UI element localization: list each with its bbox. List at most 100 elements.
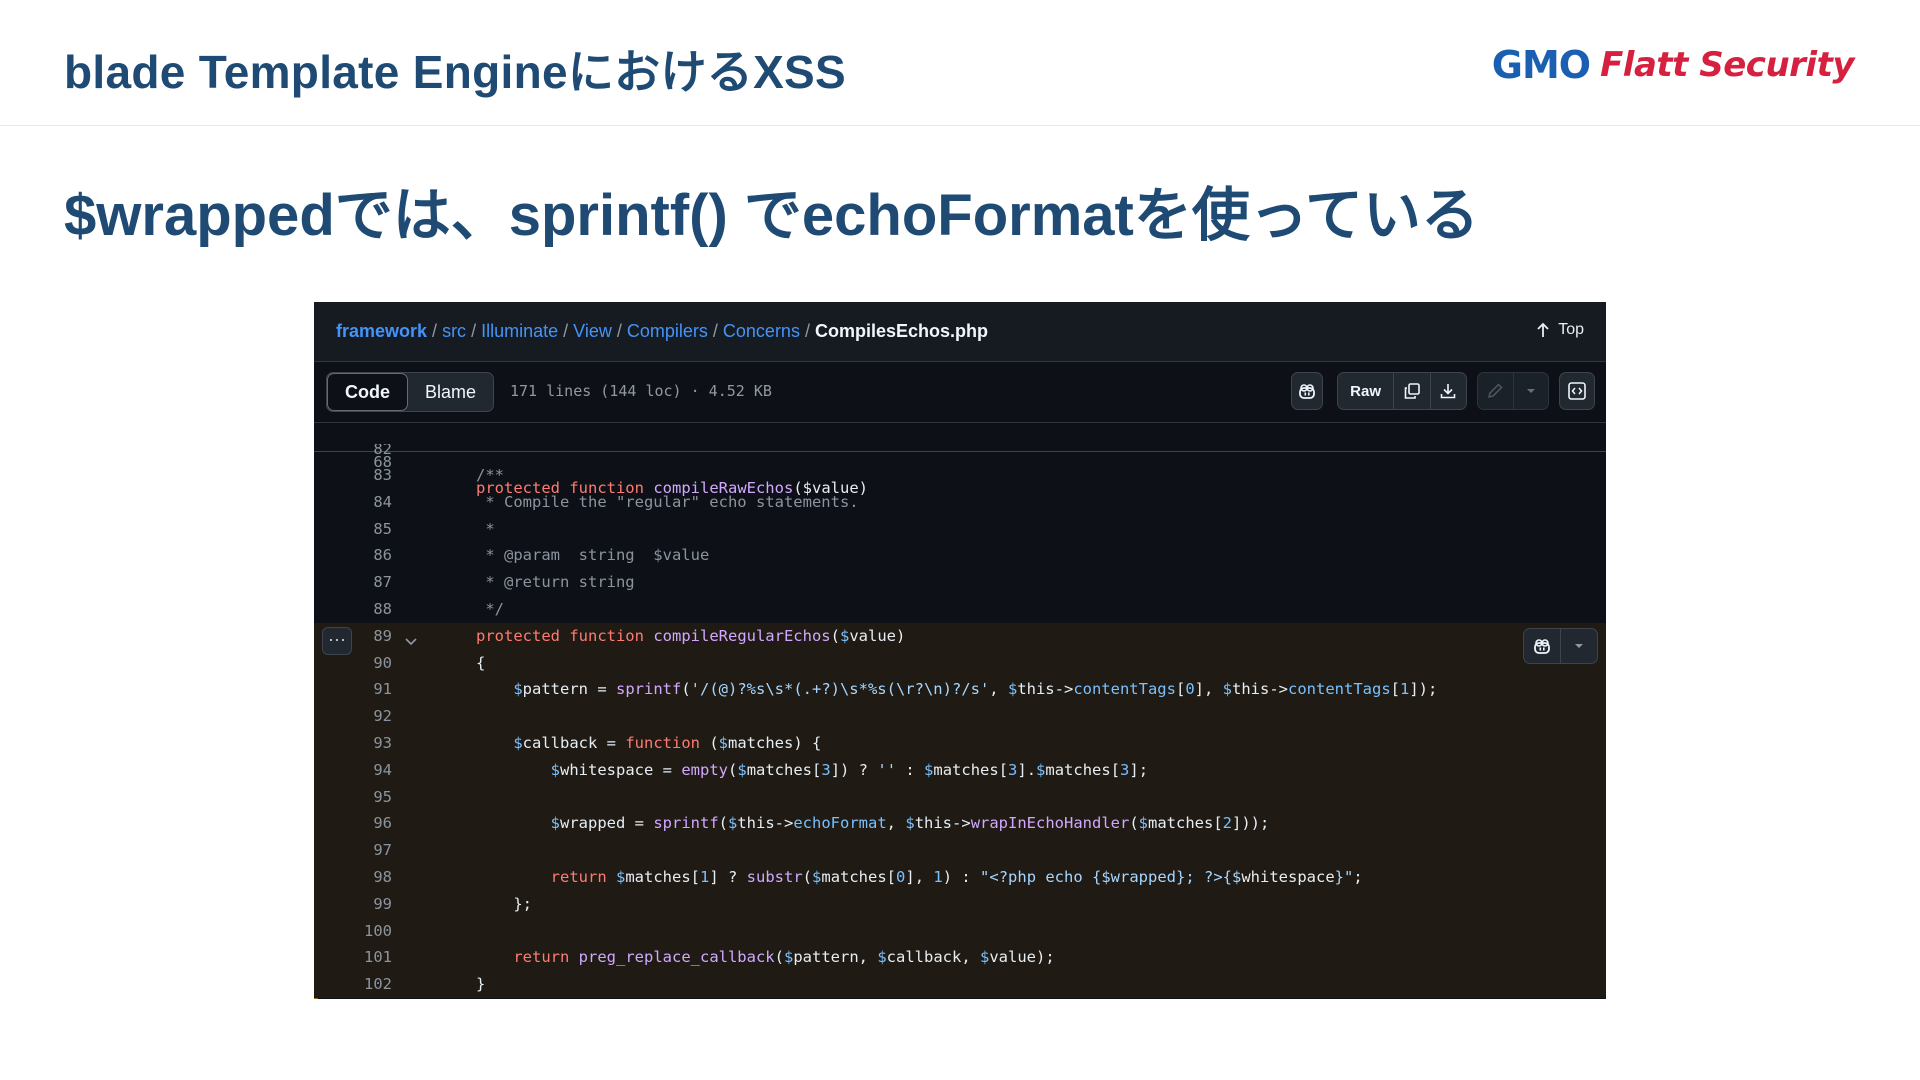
line-number[interactable]: 97 <box>314 837 392 864</box>
code-line: * @param string $value <box>476 546 710 565</box>
code-row: 101 return preg_replace_callback($patter… <box>314 944 1606 972</box>
breadcrumb: framework / src / Illuminate / View / Compilers /… <box>336 321 988 341</box>
line-number[interactable]: 100 <box>314 918 392 945</box>
copilot-button[interactable] <box>1291 372 1323 410</box>
download-button[interactable] <box>1431 373 1466 409</box>
code-row: 84 * Compile the "regular" echo statemen… <box>314 489 1606 516</box>
line-number[interactable]: 99 <box>314 891 392 918</box>
code-body: 82 83 /** 84 * Compile the "regular" echo s… <box>314 444 1606 999</box>
code-viewer: framework / src / Illuminate / View / Compilers /… <box>314 302 1606 999</box>
line-number[interactable]: 96 <box>314 810 392 837</box>
code-row: 91 $pattern = sprintf('/(@)?%s\s*(.+?)\s… <box>314 676 1606 704</box>
code-row: 83 /** <box>314 462 1606 489</box>
symbols-panel-button[interactable] <box>1559 372 1595 410</box>
code-row: 95 <box>314 783 1606 811</box>
code-row: 89 protected function compileRegularEchos… <box>314 622 1606 650</box>
edit-dropdown-button[interactable] <box>1514 373 1549 409</box>
breadcrumb-link-src[interactable]: src <box>442 321 466 341</box>
code-line: }; <box>476 894 532 913</box>
top-label: Top <box>1558 321 1584 338</box>
logo-gmo: GMO <box>1491 43 1591 87</box>
line-number[interactable]: 88 <box>314 596 392 623</box>
chevron-down-icon <box>1526 389 1535 393</box>
code-line: $pattern = sprintf('/(@)?%s\s*(.+?)\s*%s… <box>513 680 1438 699</box>
chevron-down-icon <box>1575 644 1583 648</box>
raw-button[interactable]: Raw <box>1338 373 1395 409</box>
line-number[interactable]: 87 <box>314 569 392 596</box>
code-row: 96 $wrapped = sprintf($this->echoFormat,… <box>314 810 1606 838</box>
file-toolbar: Code Blame 171 lines (144 loc) · 4.52 KB… <box>314 362 1606 423</box>
line-options-button[interactable]: ··· <box>322 627 352 655</box>
code-row: 82 <box>314 444 1606 462</box>
logo-flatt-security: Flatt Security <box>1600 45 1854 85</box>
copy-button[interactable] <box>1394 373 1431 409</box>
tab-code[interactable]: Code <box>327 373 408 411</box>
slide-header: blade Template EngineにおけるXSS GMO Flatt S… <box>0 0 1920 126</box>
arrow-up-icon <box>1537 322 1549 337</box>
code-square-icon <box>1568 382 1586 400</box>
code-line: * Compile the "regular" echo statements. <box>476 492 859 511</box>
copy-icon <box>1404 383 1420 399</box>
copilot-icon <box>1534 639 1550 654</box>
code-line: { <box>476 653 486 672</box>
line-number[interactable]: 102 <box>314 971 392 998</box>
code-row: 92 <box>314 703 1606 730</box>
line-number[interactable]: 93 <box>314 730 392 757</box>
breadcrumb-link-view[interactable]: View <box>573 321 612 341</box>
line-number[interactable]: 82 <box>314 444 392 457</box>
inline-dropdown-button[interactable] <box>1561 629 1597 663</box>
code-row: 100 <box>314 917 1606 945</box>
line-number[interactable]: 86 <box>314 542 392 569</box>
line-number[interactable]: 84 <box>314 489 392 516</box>
line-number[interactable]: 83 <box>314 462 392 489</box>
file-header: framework / src / Illuminate / View / Compilers /… <box>314 302 1606 362</box>
code-row: 86 * @param string $value <box>314 542 1606 569</box>
line-number[interactable]: 98 <box>314 864 392 891</box>
breadcrumb-link-illuminate[interactable]: Illuminate <box>481 321 558 341</box>
slide-subtitle: $wrappedでは、sprintf() でechoFormatを使っている <box>64 183 1479 248</box>
breadcrumb-link-compilers[interactable]: Compilers <box>627 321 708 341</box>
code-row: 93 $callback = function ($matches) { <box>314 729 1606 757</box>
edit-group <box>1477 372 1549 410</box>
code-row: 87 * @return string <box>314 569 1606 596</box>
code-line: } <box>476 975 486 994</box>
code-line: return preg_replace_callback($pattern, $… <box>513 948 1055 967</box>
raw-copy-download-group: Raw <box>1337 372 1467 410</box>
code-row: 88 */ <box>314 596 1606 623</box>
line-number[interactable]: 85 <box>314 516 392 543</box>
copilot-icon <box>1299 384 1315 399</box>
top-link[interactable]: Top <box>1536 321 1584 339</box>
breadcrumb-link-concerns[interactable]: Concerns <box>723 321 800 341</box>
line-number[interactable]: 91 <box>314 676 392 703</box>
code-row: 85 * <box>314 516 1606 543</box>
code-line: $callback = function ($matches) { <box>513 733 822 752</box>
code-line: * <box>476 519 495 538</box>
code-row: 97 <box>314 837 1606 864</box>
code-line: $wrapped = sprintf($this->echoFormat, $t… <box>550 814 1270 833</box>
code-line: $whitespace = empty($matches[3]) ? '' : … <box>550 760 1149 779</box>
tab-blame[interactable]: Blame <box>408 373 493 411</box>
breadcrumb-link-framework[interactable]: framework <box>336 321 427 341</box>
inline-copilot-button[interactable] <box>1524 629 1561 663</box>
code-line: /** <box>476 466 504 484</box>
inline-copilot-tools <box>1523 628 1598 664</box>
pencil-icon <box>1488 383 1503 399</box>
line-number[interactable]: 101 <box>314 944 392 971</box>
code-row: 99 }; <box>314 890 1606 918</box>
fold-chevron-icon[interactable] <box>404 637 418 647</box>
slide-title: blade Template EngineにおけるXSS <box>64 46 847 98</box>
file-info: 171 lines (144 loc) · 4.52 KB <box>510 382 772 400</box>
code-row: 90{ <box>314 649 1606 677</box>
company-logo: GMO Flatt Security <box>1491 40 1855 90</box>
code-row: 102} <box>314 971 1606 998</box>
code-line: protected function compileRegularEchos($… <box>476 626 906 645</box>
line-number[interactable]: 94 <box>314 757 392 784</box>
code-line: return $matches[1] ? substr($matches[0],… <box>550 867 1363 886</box>
code-row: 94 $whitespace = empty($matches[3]) ? ''… <box>314 756 1606 784</box>
download-icon <box>1440 384 1456 399</box>
breadcrumb-file-name: CompilesEchos.php <box>814 321 988 341</box>
line-number[interactable]: 92 <box>314 703 392 730</box>
edit-button[interactable] <box>1478 373 1514 409</box>
line-number[interactable]: 95 <box>314 784 392 811</box>
code-line: * @return string <box>476 573 635 592</box>
